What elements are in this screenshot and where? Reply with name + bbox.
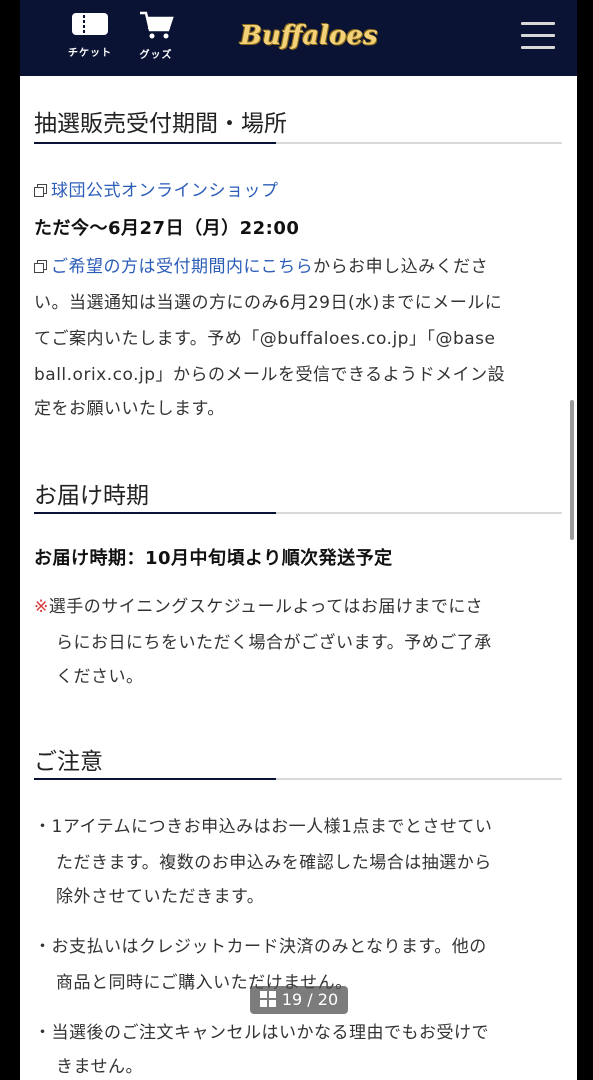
note-line: ください。: [56, 667, 144, 687]
section-divider: [34, 142, 562, 144]
cart-icon: [140, 11, 174, 39]
caution-item-line: 除外させていただきます。: [56, 887, 265, 907]
section-heading-period: 抽選販売受付期間・場所: [34, 111, 287, 137]
body-text-line: ball.orix.co.jp」からのメールを受信できるようドメイン設: [34, 365, 506, 385]
ticket-label: チケット: [68, 48, 112, 59]
caution-item: ・お支払いはクレジットカード決済のみとなります。他の: [34, 937, 487, 957]
body-text-line: てご案内いたします。予め「@buffaloes.co.jp」「@base: [34, 329, 496, 349]
ticket-icon: [72, 13, 108, 35]
grid-icon: [259, 991, 276, 1007]
section-heading-caution: ご注意: [34, 749, 103, 775]
shop-link[interactable]: 球団公式オンラインショップ: [51, 181, 279, 201]
pager-count: 19 / 20: [281, 990, 339, 1009]
apply-text: からお申し込みくださ: [313, 257, 489, 277]
caution-item: ・当選後のご注文キャンセルはいかなる理由でもお受けで: [34, 1023, 489, 1043]
goods-button[interactable]: グッズ: [126, 10, 186, 61]
scrollbar[interactable]: [570, 400, 574, 540]
external-link-icon: [34, 260, 47, 273]
goods-label: グッズ: [139, 50, 173, 61]
ticket-button[interactable]: チケット: [60, 10, 120, 59]
body-text-line: 定をお願いいたします。: [34, 399, 225, 419]
section-divider: [34, 778, 562, 780]
apply-row: ご希望の方は受付期間内にこちらからお申し込みくださ: [34, 252, 488, 277]
note-mark: ※: [34, 597, 49, 617]
section-divider: [34, 512, 562, 514]
caution-item: ・1アイテムにつきお申込みはお一人様1点までとさせてい: [34, 817, 493, 837]
site-header: チケット グッズ Buffaloes: [20, 0, 577, 76]
section-heading-delivery: お届け時期: [34, 483, 149, 509]
period-text: ただ今〜6月27日（月）22:00: [34, 218, 300, 239]
hamburger-menu-icon[interactable]: [521, 22, 555, 50]
note-line: らにお日にちをいただく場合がございます。予めご了承: [56, 633, 492, 653]
caution-item-line: ただきます。複数のお申込みを確認した場合は抽選から: [56, 853, 492, 873]
body-text-line: い。当選通知は当選の方にのみ6月29日(水)までにメールに: [34, 293, 503, 313]
image-pager[interactable]: 19 / 20: [250, 986, 348, 1014]
apply-link[interactable]: ご希望の方は受付期間内にこちら: [51, 257, 313, 277]
phone-screen: チケット グッズ Buffaloes 抽選販売受付期間・場所 球団公式オンライン…: [20, 0, 577, 1080]
delivery-date-text: お届け時期：10月中旬頃より順次発送予定: [34, 548, 393, 569]
caution-item-line: きません。: [56, 1057, 143, 1077]
shop-link-row: 球団公式オンラインショップ: [34, 176, 279, 201]
buffaloes-logo[interactable]: Buffaloes: [240, 12, 378, 60]
external-link-icon: [34, 184, 47, 197]
note-line: ※選手のサイニングスケジュールよってはお届けまでにさ: [34, 597, 484, 617]
